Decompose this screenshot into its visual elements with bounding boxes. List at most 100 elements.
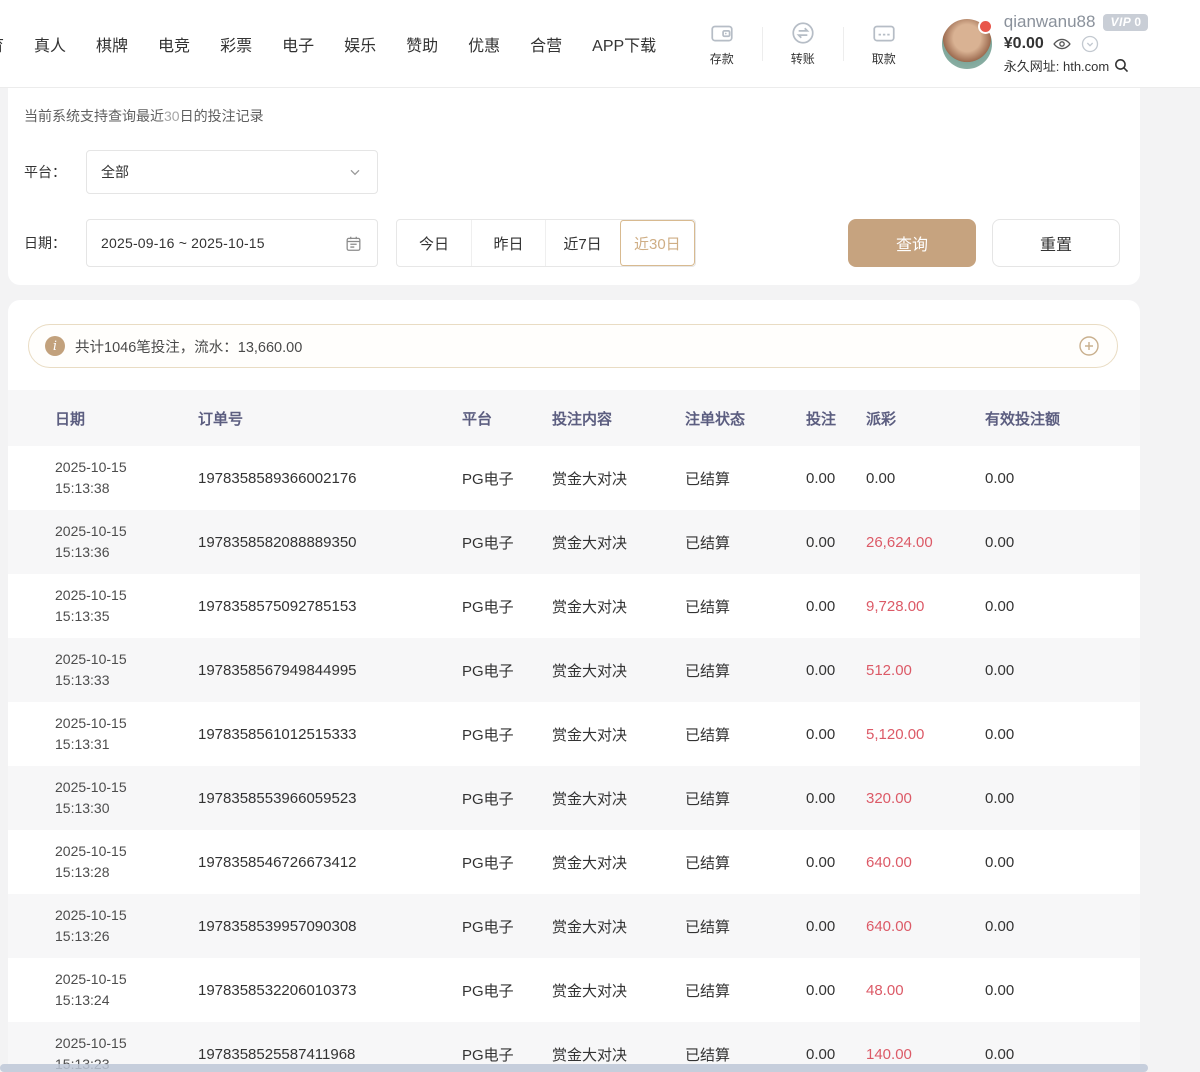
bet-bet: 0.00 [806, 894, 866, 958]
bet-status: 已结算 [685, 766, 806, 830]
nav-item[interactable]: 棋牌 [96, 32, 128, 56]
bet-datetime: 2025-10-1515:13:38 [55, 446, 198, 510]
column-header: 平台 [462, 390, 552, 446]
bet-content: 赏金大对决 [552, 702, 685, 766]
table-row: 2025-10-1515:13:381978358589366002176PG电… [8, 446, 1140, 510]
user-info: qianwanu88 VIP 0 ¥0.00 [1004, 12, 1148, 75]
date-range-input[interactable]: 2025-09-16 ~ 2025-10-15 [86, 219, 378, 267]
bet-valid: 0.00 [985, 830, 1140, 894]
bet-datetime: 2025-10-1515:13:35 [55, 574, 198, 638]
info-icon: i [45, 336, 65, 356]
transfer-label: 转账 [791, 50, 815, 67]
calendar-icon [344, 234, 363, 253]
range-today-button[interactable]: 今日 [397, 220, 471, 266]
column-header: 有效投注额 [985, 390, 1140, 446]
bet-payout: 0.00 [866, 446, 985, 510]
bet-content: 赏金大对决 [552, 638, 685, 702]
bet-platform: PG电子 [462, 830, 552, 894]
chevron-down-circle-icon[interactable] [1080, 34, 1100, 54]
bet-platform: PG电子 [462, 638, 552, 702]
card-icon [871, 20, 897, 46]
nav-item[interactable]: 合营 [530, 32, 562, 56]
nav-item[interactable]: 电子 [282, 32, 314, 56]
reset-button[interactable]: 重置 [992, 219, 1120, 267]
notification-dot [980, 21, 991, 32]
bet-payout: 5,120.00 [866, 702, 985, 766]
bet-payout: 48.00 [866, 958, 985, 1022]
nav-item[interactable]: 育 [0, 32, 4, 56]
plus-circle-icon[interactable] [1077, 334, 1101, 358]
table-row: 2025-10-1515:13:351978358575092785153PG电… [8, 574, 1140, 638]
deposit-button[interactable]: 存款 [690, 20, 754, 67]
header-actions: 存款 转账 取款 [690, 20, 916, 67]
nav-item[interactable]: 赞助 [406, 32, 438, 56]
query-range-notice: 当前系统支持查询最近30日的投注记录 [24, 106, 1120, 126]
wallet-icon [709, 20, 735, 46]
bet-status: 已结算 [685, 510, 806, 574]
search-icon[interactable] [1113, 57, 1130, 74]
bet-valid: 0.00 [985, 894, 1140, 958]
nav-item[interactable]: 优惠 [468, 32, 500, 56]
bet-content: 赏金大对决 [552, 830, 685, 894]
bet-platform: PG电子 [462, 574, 552, 638]
bet-bet: 0.00 [806, 446, 866, 510]
bet-payout: 640.00 [866, 894, 985, 958]
column-header: 投注 [806, 390, 866, 446]
table-row: 2025-10-1515:13:361978358582088889350PG电… [8, 510, 1140, 574]
summary-bar: i 共计1046笔投注，流水：13,660.00 [28, 324, 1118, 368]
horizontal-scrollbar[interactable] [0, 1064, 1148, 1072]
nav-item[interactable]: 娱乐 [344, 32, 376, 56]
platform-select[interactable]: 全部 [86, 150, 378, 194]
platform-selected-value: 全部 [101, 162, 347, 182]
withdraw-button[interactable]: 取款 [852, 20, 916, 67]
bet-content: 赏金大对决 [552, 766, 685, 830]
bet-bet: 0.00 [806, 958, 866, 1022]
range-yesterday-button[interactable]: 昨日 [471, 220, 545, 266]
bet-platform: PG电子 [462, 446, 552, 510]
bet-status: 已结算 [685, 958, 806, 1022]
column-header: 派彩 [866, 390, 985, 446]
bet-payout: 26,624.00 [866, 510, 985, 574]
range-7days-button[interactable]: 近7日 [545, 220, 619, 266]
bet-status: 已结算 [685, 830, 806, 894]
bet-platform: PG电子 [462, 766, 552, 830]
bet-platform: PG电子 [462, 510, 552, 574]
bet-status: 已结算 [685, 574, 806, 638]
bet-bet: 0.00 [806, 702, 866, 766]
bet-order: 1978358561012515333 [198, 702, 462, 766]
bet-content: 赏金大对决 [552, 574, 685, 638]
date-label: 日期： [24, 233, 86, 253]
avatar[interactable] [942, 19, 992, 69]
table-row: 2025-10-1515:13:281978358546726673412PG电… [8, 830, 1140, 894]
transfer-button[interactable]: 转账 [771, 20, 835, 67]
bet-status: 已结算 [685, 446, 806, 510]
bet-content: 赏金大对决 [552, 894, 685, 958]
bet-payout: 640.00 [866, 830, 985, 894]
divider [762, 27, 763, 61]
bet-bet: 0.00 [806, 574, 866, 638]
query-button[interactable]: 查询 [848, 219, 976, 267]
divider [843, 27, 844, 61]
bet-status: 已结算 [685, 638, 806, 702]
top-header: 育 真人 棋牌 电竞 彩票 电子 娱乐 赞助 优惠 合营 APP下载 存款 转账 [0, 0, 1200, 88]
bet-valid: 0.00 [985, 766, 1140, 830]
range-30days-button[interactable]: 近30日 [619, 220, 695, 266]
bet-records-table: 日期订单号平台投注内容注单状态投注派彩有效投注额 2025-10-1515:13… [8, 390, 1140, 1072]
bet-platform: PG电子 [462, 958, 552, 1022]
platform-label: 平台： [24, 162, 86, 182]
bet-order: 1978358589366002176 [198, 446, 462, 510]
eye-icon[interactable] [1052, 34, 1072, 54]
nav-item[interactable]: 真人 [34, 32, 66, 56]
bet-valid: 0.00 [985, 702, 1140, 766]
nav-item[interactable]: 彩票 [220, 32, 252, 56]
bet-datetime: 2025-10-1515:13:31 [55, 702, 198, 766]
transfer-icon [790, 20, 816, 46]
username: qianwanu88 [1004, 12, 1096, 32]
user-block[interactable]: qianwanu88 VIP 0 ¥0.00 [942, 12, 1148, 75]
withdraw-label: 取款 [872, 50, 896, 67]
date-range-value: 2025-09-16 ~ 2025-10-15 [101, 235, 344, 251]
bet-datetime: 2025-10-1515:13:28 [55, 830, 198, 894]
nav-item[interactable]: 电竞 [158, 32, 190, 56]
nav-item[interactable]: APP下载 [592, 32, 656, 56]
bet-bet: 0.00 [806, 830, 866, 894]
